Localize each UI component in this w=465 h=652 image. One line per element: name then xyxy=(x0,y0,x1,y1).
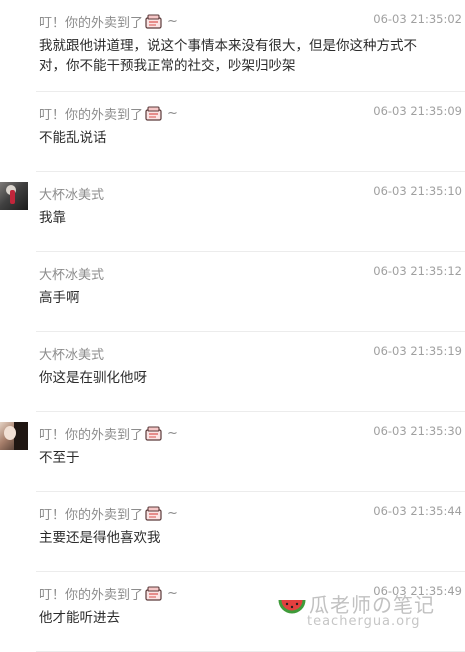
author-line: 叮！你的外卖到了 ~ xyxy=(39,584,178,603)
chat-message: 叮！你的外卖到了 ~ 06-03 21:35:02 我就跟他讲道理，说这个事情本… xyxy=(0,0,465,92)
author-suffix: ~ xyxy=(167,105,178,121)
author-name[interactable]: 大杯冰美式 xyxy=(39,264,104,283)
message-line: 你这是在驯化他呀 xyxy=(39,370,147,386)
author-name[interactable]: 大杯冰美式 xyxy=(39,184,104,203)
message-line: 不至于 xyxy=(39,450,80,466)
message-time: 06-03 21:35:10 xyxy=(373,184,462,198)
avatar[interactable] xyxy=(0,182,28,210)
author-suffix: ~ xyxy=(167,585,178,601)
author-suffix: ~ xyxy=(167,505,178,521)
chat-message: 大杯冰美式 06-03 21:35:19 你这是在驯化他呀 xyxy=(0,332,465,412)
takeout-box-icon xyxy=(145,425,162,441)
message-line: 对，你不能干预我正常的社交，吵架归吵架 xyxy=(39,58,296,74)
author-line: 叮！你的外卖到了 ~ xyxy=(39,424,178,443)
message-content: 你这是在驯化他呀 xyxy=(39,368,439,388)
chat-message: 大杯冰美式 06-03 21:35:12 高手啊 xyxy=(0,252,465,332)
message-content: 我靠 xyxy=(39,208,439,228)
author-line: 大杯冰美式 xyxy=(39,264,104,283)
author-line: 叮！你的外卖到了 ~ xyxy=(39,12,178,31)
takeout-box-icon xyxy=(145,13,162,29)
message-content: 他才能听进去 xyxy=(39,608,439,628)
author-name[interactable]: 叮！你的外卖到了 xyxy=(39,504,143,523)
message-time: 06-03 21:35:30 xyxy=(373,424,462,438)
message-line: 不能乱说话 xyxy=(39,130,107,146)
author-name[interactable]: 大杯冰美式 xyxy=(39,344,104,363)
avatar[interactable] xyxy=(0,422,28,450)
message-line: 他才能听进去 xyxy=(39,610,120,626)
message-content: 主要还是得他喜欢我 xyxy=(39,528,439,548)
author-name[interactable]: 叮！你的外卖到了 xyxy=(39,104,143,123)
author-line: 大杯冰美式 xyxy=(39,344,104,363)
author-line: 叮！你的外卖到了 ~ xyxy=(39,504,178,523)
chat-message: 大杯冰美式 06-03 21:35:10 我靠 xyxy=(0,172,465,252)
author-name[interactable]: 叮！你的外卖到了 xyxy=(39,424,143,443)
author-name[interactable]: 叮！你的外卖到了 xyxy=(39,12,143,31)
author-suffix: ~ xyxy=(167,13,178,29)
message-line: 我靠 xyxy=(39,210,66,226)
takeout-box-icon xyxy=(145,105,162,121)
message-line: 主要还是得他喜欢我 xyxy=(39,530,161,546)
message-time: 06-03 21:35:49 xyxy=(373,584,462,598)
message-content: 高手啊 xyxy=(39,288,439,308)
chat-message: 叮！你的外卖到了 ~ 06-03 21:35:44 主要还是得他喜欢我 xyxy=(0,492,465,572)
message-time: 06-03 21:35:19 xyxy=(373,344,462,358)
author-suffix: ~ xyxy=(167,425,178,441)
chat-message: 叮！你的外卖到了 ~ 06-03 21:35:30 不至于 xyxy=(0,412,465,492)
message-time: 06-03 21:35:12 xyxy=(373,264,462,278)
author-line: 大杯冰美式 xyxy=(39,184,104,203)
message-line: 我就跟他讲道理，说这个事情本来没有很大，但是你这种方式不 xyxy=(39,38,417,54)
message-time: 06-03 21:35:09 xyxy=(373,104,462,118)
message-content: 我就跟他讲道理，说这个事情本来没有很大，但是你这种方式不 对，你不能干预我正常的社… xyxy=(39,36,439,76)
author-name[interactable]: 叮！你的外卖到了 xyxy=(39,584,143,603)
message-time: 06-03 21:35:02 xyxy=(373,12,462,26)
takeout-box-icon xyxy=(145,585,162,601)
author-line: 叮！你的外卖到了 ~ xyxy=(39,104,178,123)
takeout-box-icon xyxy=(145,505,162,521)
chat-message: 叮！你的外卖到了 ~ 06-03 21:35:49 他才能听进去 xyxy=(0,572,465,652)
message-time: 06-03 21:35:44 xyxy=(373,504,462,518)
message-content: 不至于 xyxy=(39,448,439,468)
message-line: 高手啊 xyxy=(39,290,80,306)
message-content: 不能乱说话 xyxy=(39,128,439,148)
chat-message: 叮！你的外卖到了 ~ 06-03 21:35:09 不能乱说话 xyxy=(0,92,465,172)
